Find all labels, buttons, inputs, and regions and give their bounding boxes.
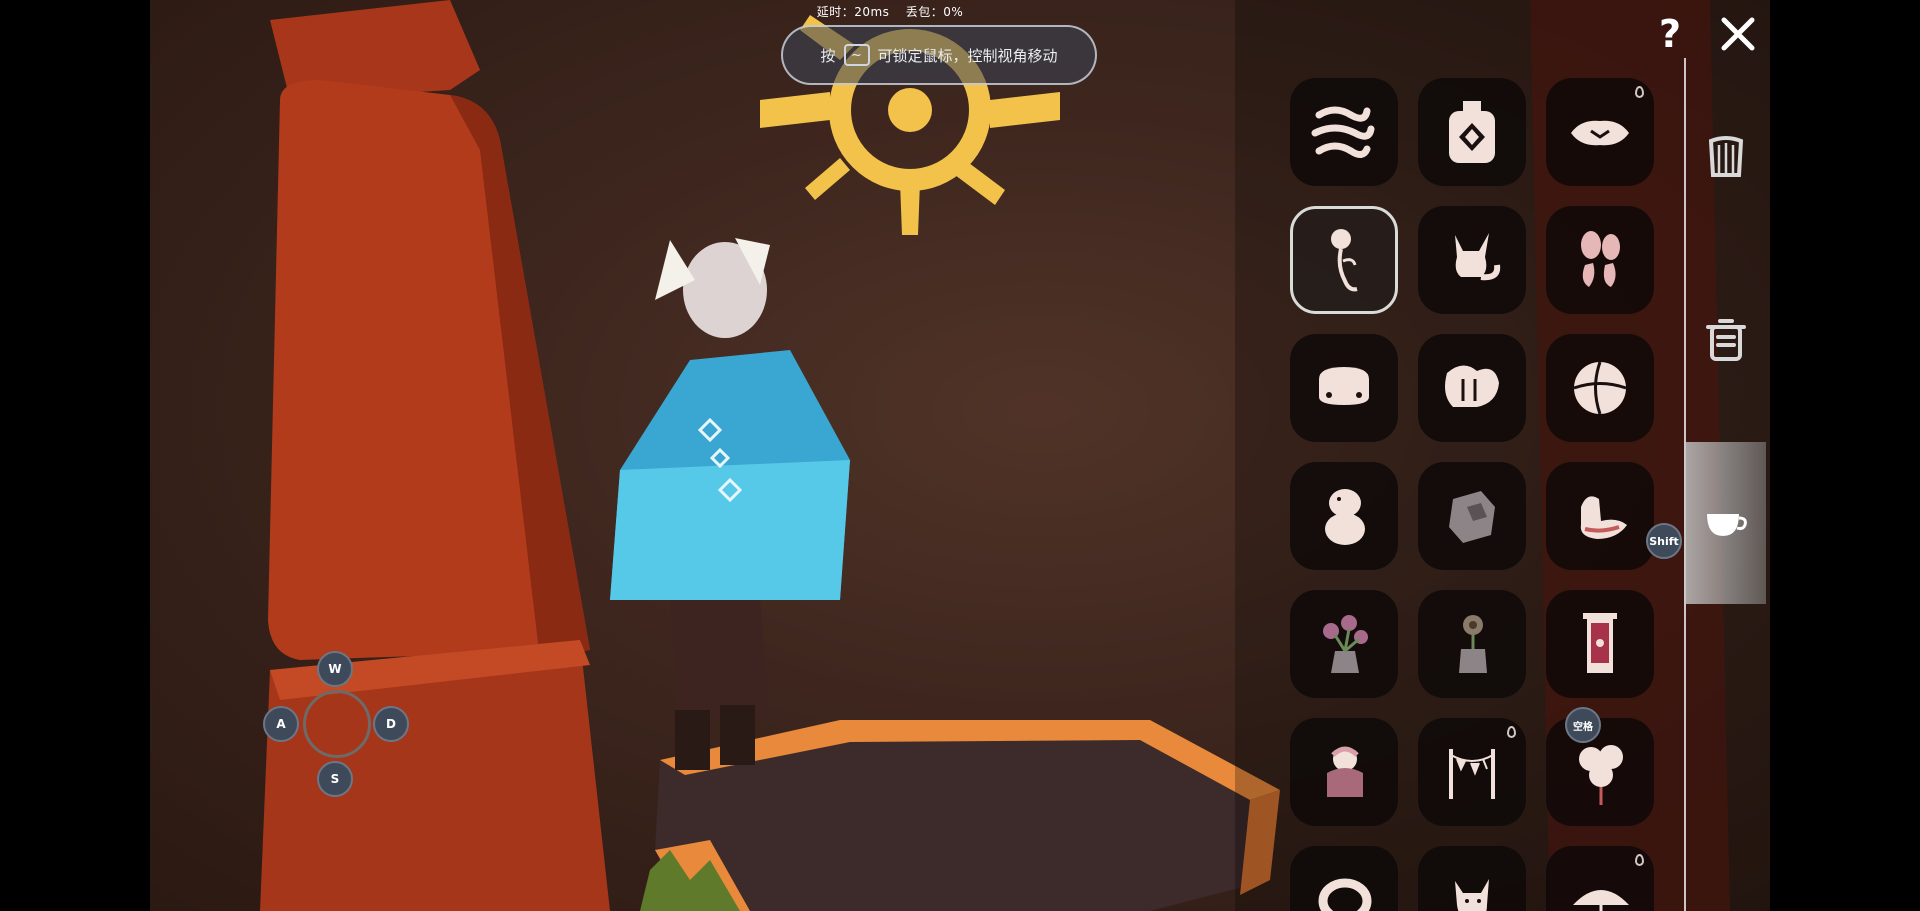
key-w-badge[interactable]: W	[317, 651, 353, 687]
movement-joystick[interactable]	[303, 690, 371, 758]
tab-music[interactable]	[1686, 118, 1766, 198]
emote-slot[interactable]	[1418, 78, 1526, 186]
drop-icon	[1635, 854, 1644, 866]
emote-slot[interactable]	[1418, 206, 1526, 314]
emote-panel	[1235, 48, 1675, 911]
hint-text: 可锁定鼠标，控制视角移动	[877, 46, 1058, 65]
fox-icon	[1455, 233, 1501, 281]
emote-slot[interactable]	[1546, 206, 1654, 314]
ball-icon	[1573, 361, 1627, 415]
hexagon-stool-icon	[1449, 491, 1495, 543]
latency-label: 延时：20ms	[816, 5, 890, 19]
key-a-badge[interactable]: A	[263, 706, 299, 742]
emote-slot[interactable]	[1546, 846, 1654, 911]
mouse-lock-hint: 按 ~ 可锁定鼠标，控制视角移动	[781, 25, 1097, 85]
drop-icon	[1635, 86, 1644, 98]
bird-icon	[1580, 496, 1627, 539]
balloons-icon	[1579, 745, 1623, 805]
drop-icon	[1507, 726, 1516, 738]
cushion-icon	[1445, 365, 1499, 407]
emote-slot[interactable]	[1546, 718, 1654, 826]
cat-icon	[1455, 879, 1489, 911]
emote-slot[interactable]	[1418, 718, 1526, 826]
bottle-icon	[1449, 101, 1495, 163]
emote-slot[interactable]	[1418, 846, 1526, 911]
emote-slot[interactable]	[1418, 590, 1526, 698]
flower-vase-icon	[1323, 615, 1368, 673]
emote-slot[interactable]	[1418, 334, 1526, 442]
emote-slot[interactable]	[1290, 334, 1398, 442]
key-d-badge[interactable]: D	[373, 706, 409, 742]
emote-slot[interactable]	[1290, 718, 1398, 826]
wind-icon	[1311, 106, 1375, 158]
emote-slot[interactable]	[1290, 78, 1398, 186]
tilde-key-icon: ~	[843, 44, 870, 66]
banner-icon	[1583, 613, 1617, 673]
network-status: 延时：20ms 丢包：0%	[740, 3, 1040, 20]
tab-tea[interactable]	[1686, 442, 1766, 604]
emote-slot[interactable]	[1290, 462, 1398, 570]
trash-bin-icon	[1706, 319, 1746, 361]
close-icon[interactable]	[1718, 14, 1758, 54]
emote-slot[interactable]	[1418, 462, 1526, 570]
rose-icon	[1331, 229, 1358, 292]
packet-loss-label: 丢包：0%	[905, 5, 964, 19]
tab-props[interactable]	[1686, 300, 1766, 380]
feathers-icon	[1581, 231, 1620, 287]
emote-slot[interactable]	[1546, 590, 1654, 698]
emote-slot[interactable]	[1546, 334, 1654, 442]
harp-icon	[1708, 136, 1744, 177]
space-key-badge[interactable]: 空格	[1565, 707, 1601, 743]
emote-slot[interactable]	[1290, 846, 1398, 911]
teacup-icon	[1707, 514, 1747, 536]
key-s-badge[interactable]: S	[317, 761, 353, 797]
bunting-icon	[1449, 749, 1495, 799]
emote-slot[interactable]	[1546, 462, 1654, 570]
emote-slot[interactable]	[1290, 206, 1398, 314]
emote-slot[interactable]	[1290, 590, 1398, 698]
plush-doll-icon	[1327, 746, 1363, 797]
table-icon	[1319, 367, 1369, 405]
moomin-icon	[1325, 489, 1365, 545]
shift-key-badge[interactable]: Shift	[1646, 523, 1682, 559]
umbrella-icon	[1573, 890, 1629, 911]
emote-slot[interactable]	[1546, 78, 1654, 186]
ring-icon	[1318, 878, 1372, 911]
pillow-icon	[1571, 120, 1629, 146]
sunflower-vase-icon	[1459, 615, 1487, 673]
hint-prefix: 按	[820, 46, 836, 65]
